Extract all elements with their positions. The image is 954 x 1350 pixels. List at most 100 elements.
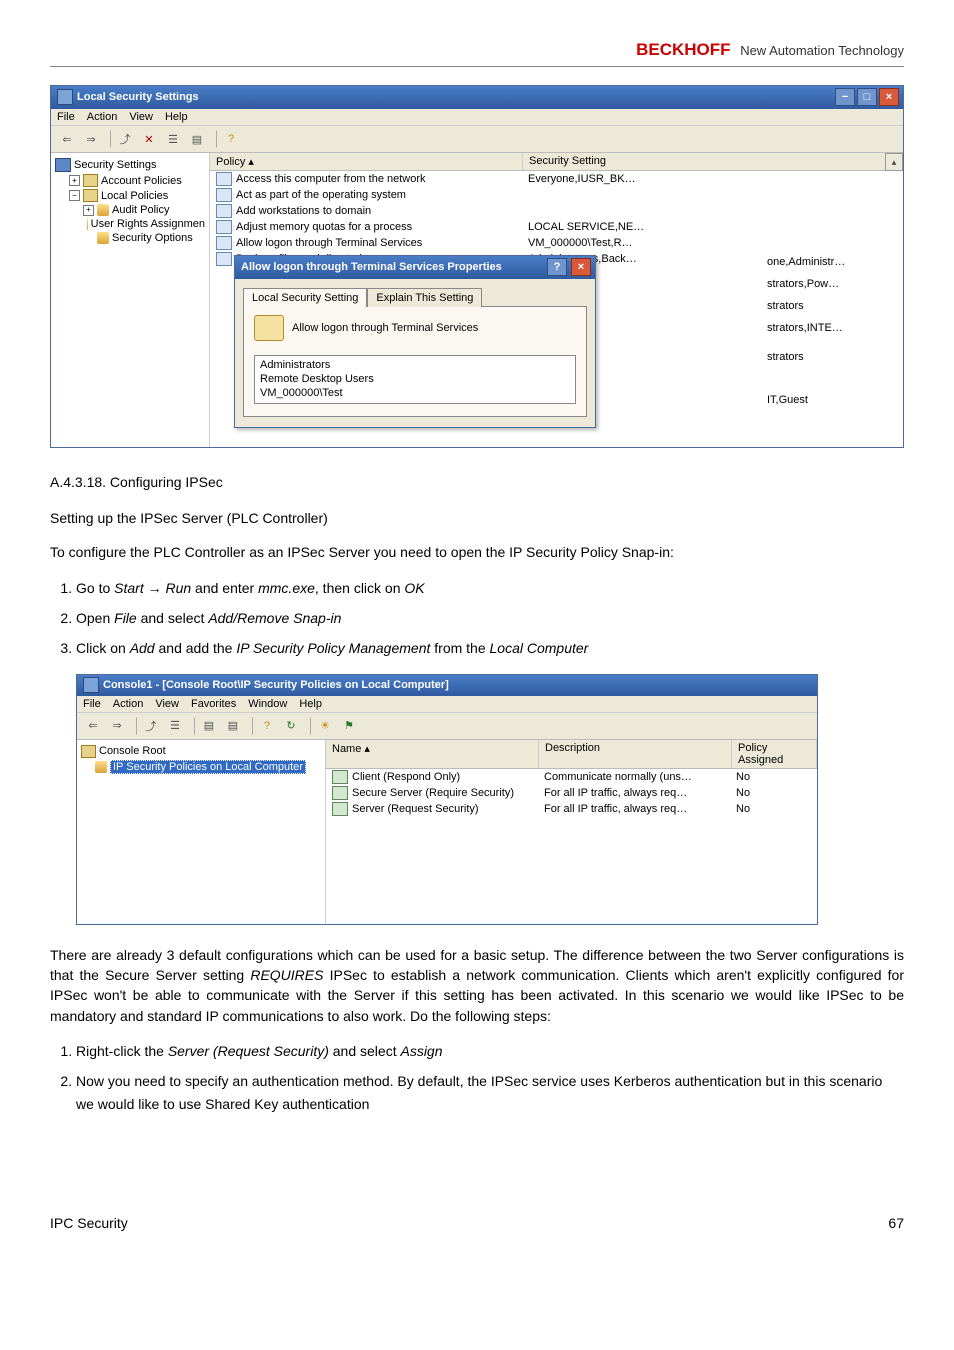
partial-text: IT,Guest <box>767 393 887 415</box>
col-assigned[interactable]: Policy Assigned <box>732 740 817 768</box>
scroll-up-icon[interactable]: ▴ <box>885 153 903 171</box>
col-description[interactable]: Description <box>539 740 732 768</box>
assign-icon[interactable]: ⚑ <box>339 716 359 736</box>
minimize-button[interactable]: − <box>835 88 855 106</box>
export-icon[interactable]: ▤ <box>187 129 207 149</box>
menu-view[interactable]: View <box>129 111 153 123</box>
shield-icon <box>97 204 109 216</box>
col-policy[interactable]: Policy ▴ <box>210 153 523 170</box>
menu-favorites[interactable]: Favorites <box>191 698 236 710</box>
up-icon[interactable]: ⤴ <box>115 129 135 149</box>
delete-icon[interactable]: ✕ <box>139 129 159 149</box>
menu-view[interactable]: View <box>155 698 179 710</box>
list-item[interactable]: VM_000000\Test <box>260 387 570 401</box>
tree-account-policies[interactable]: + Account Policies <box>69 173 205 188</box>
back-icon[interactable]: ⇐ <box>57 129 77 149</box>
dialog-help-button[interactable]: ? <box>547 258 567 276</box>
dialog-title-bar[interactable]: Allow logon through Terminal Services Pr… <box>235 256 595 279</box>
policy-icon <box>216 188 232 202</box>
close-button[interactable]: × <box>879 88 899 106</box>
shield-icon <box>95 761 107 773</box>
menu-file[interactable]: File <box>83 698 101 710</box>
help-icon[interactable]: ? <box>257 716 277 736</box>
up-icon[interactable]: ⤴ <box>141 716 161 736</box>
tab-explain-this-setting[interactable]: Explain This Setting <box>367 288 482 307</box>
tree-root[interactable]: Security Settings <box>55 157 205 173</box>
menu-file[interactable]: File <box>57 111 75 123</box>
forward-icon[interactable]: ⇒ <box>81 129 101 149</box>
tree-ip-security-policies[interactable]: IP Security Policies on Local Computer <box>95 759 321 775</box>
table-row[interactable]: Client (Respond Only)Communicate normall… <box>326 769 817 785</box>
window-title-bar[interactable]: Local Security Settings − □ × <box>51 86 903 109</box>
export-icon[interactable]: ▤ <box>223 716 243 736</box>
col-setting[interactable]: Security Setting <box>523 153 903 170</box>
tree-pane[interactable]: Security Settings + Account Policies − L… <box>51 153 210 447</box>
tab-local-security-setting[interactable]: Local Security Setting <box>243 288 367 307</box>
collapse-icon[interactable]: − <box>69 190 80 201</box>
table-row[interactable]: Access this computer from the networkEve… <box>210 171 903 187</box>
help-icon[interactable]: ? <box>221 129 241 149</box>
col-name[interactable]: Name ▴ <box>326 740 539 768</box>
menu-action[interactable]: Action <box>87 111 118 123</box>
tree-console-root[interactable]: Console Root <box>81 744 321 759</box>
tree-local-policies[interactable]: − Local Policies <box>69 188 205 203</box>
expand-icon[interactable]: + <box>69 175 80 186</box>
policy-icon <box>216 204 232 218</box>
menu-help[interactable]: Help <box>299 698 322 710</box>
menu-action[interactable]: Action <box>113 698 144 710</box>
section-heading: A.4.3.18. Configuring IPSec <box>50 474 904 490</box>
shield-icon <box>97 232 109 244</box>
separator <box>189 717 195 735</box>
policy-cell: Adjust memory quotas for a process <box>210 219 522 235</box>
new-policy-icon[interactable]: ☀ <box>315 716 335 736</box>
tree-audit-policy[interactable]: + Audit Policy <box>83 203 205 217</box>
policy-list-pane[interactable]: Name ▴ Description Policy Assigned Clien… <box>326 740 817 924</box>
maximize-button[interactable]: □ <box>857 88 877 106</box>
list-item[interactable]: Remote Desktop Users <box>260 373 570 387</box>
table-row[interactable]: Adjust memory quotas for a processLOCAL … <box>210 219 903 235</box>
refresh-icon[interactable]: ↻ <box>281 716 301 736</box>
partial-text: strators,INTE… <box>767 321 887 350</box>
table-row[interactable]: Act as part of the operating system <box>210 187 903 203</box>
toolbar: ⇐ ⇒ ⤴ ✕ ☰ ▤ ? <box>51 126 903 153</box>
table-row[interactable]: Allow logon through Terminal ServicesVM_… <box>210 235 903 251</box>
table-row[interactable]: Add workstations to domain <box>210 203 903 219</box>
step-item: Click on Add and add the IP Security Pol… <box>76 637 904 659</box>
page-footer: IPC Security 67 <box>50 1215 904 1231</box>
list-header: Name ▴ Description Policy Assigned <box>326 740 817 769</box>
tree-label: Audit Policy <box>112 204 169 216</box>
users-icon <box>254 315 284 341</box>
tree-security-options[interactable]: Security Options <box>83 231 205 245</box>
table-row[interactable]: Server (Request Security)For all IP traf… <box>326 801 817 817</box>
table-row[interactable]: Secure Server (Require Security)For all … <box>326 785 817 801</box>
menu-help[interactable]: Help <box>165 111 188 123</box>
separator <box>105 130 111 148</box>
menu-window[interactable]: Window <box>248 698 287 710</box>
tree-user-rights[interactable]: User Rights Assignmen <box>83 217 205 231</box>
setting-cell <box>522 187 903 203</box>
app-icon <box>83 677 99 693</box>
partial-text: strators,Pow… <box>767 277 887 299</box>
tree-label: User Rights Assignmen <box>91 218 205 230</box>
tree-pane[interactable]: Console Root IP Security Policies on Loc… <box>77 740 326 924</box>
forward-icon[interactable]: ⇒ <box>107 716 127 736</box>
properties-icon[interactable]: ☰ <box>163 129 183 149</box>
copy-icon[interactable]: ▤ <box>199 716 219 736</box>
separator <box>305 717 311 735</box>
tree-label: Local Policies <box>101 190 168 202</box>
expand-icon[interactable]: + <box>83 205 94 216</box>
app-icon <box>57 89 73 105</box>
brand-header: BECKHOFF New Automation Technology <box>50 40 904 67</box>
policy-icon <box>216 252 232 266</box>
policy-list-pane[interactable]: ▴ Policy ▴ Security Setting Access this … <box>210 153 903 447</box>
list-icon[interactable]: ☰ <box>165 716 185 736</box>
members-list[interactable]: Administrators Remote Desktop Users VM_0… <box>254 355 576 404</box>
policy-name: Add workstations to domain <box>236 205 371 217</box>
tree-label: Security Options <box>112 232 193 244</box>
window-title-bar[interactable]: Console1 - [Console Root\IP Security Pol… <box>77 675 817 696</box>
footer-right: 67 <box>888 1215 904 1231</box>
back-icon[interactable]: ⇐ <box>83 716 103 736</box>
policy-name: Access this computer from the network <box>236 173 426 185</box>
dialog-close-button[interactable]: × <box>571 258 591 276</box>
list-item[interactable]: Administrators <box>260 359 570 373</box>
